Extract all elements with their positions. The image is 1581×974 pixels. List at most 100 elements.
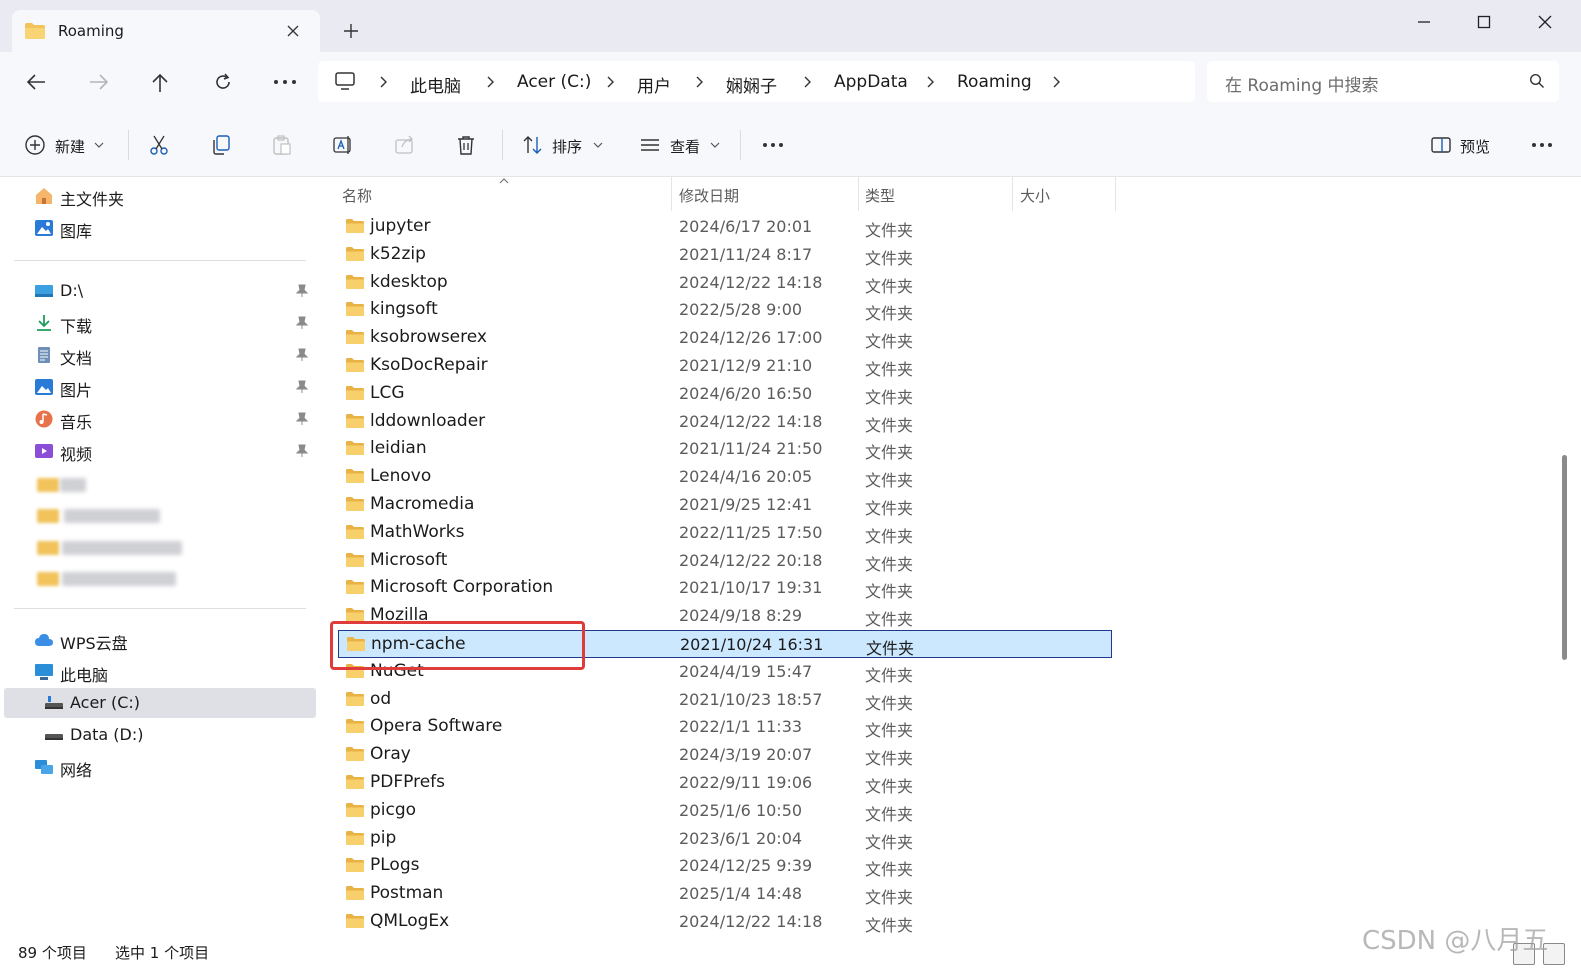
chevron-right-icon[interactable] [925, 76, 935, 88]
column-divider[interactable] [1012, 177, 1013, 211]
sidebar-item-gallery[interactable]: 图库 [4, 213, 316, 243]
table-row[interactable]: jupyter 2024/6/17 20:01 文件夹 [338, 213, 1112, 241]
new-button[interactable]: 新建 [55, 136, 85, 157]
chevron-down-icon[interactable] [710, 141, 720, 149]
more-nav-icon[interactable] [273, 79, 297, 85]
sidebar-item-downloads[interactable]: 下载 [4, 308, 316, 338]
rename-icon[interactable] [332, 134, 354, 156]
sort-button[interactable]: 排序 [552, 136, 582, 157]
table-row[interactable]: leidian 2021/11/24 21:50 文件夹 [338, 435, 1112, 463]
up-arrow-icon[interactable] [150, 72, 170, 94]
pin-icon[interactable] [296, 348, 308, 362]
paste-icon[interactable] [271, 134, 293, 156]
minimize-icon[interactable] [1414, 12, 1434, 32]
pin-icon[interactable] [296, 316, 308, 330]
search-icon[interactable] [1529, 73, 1545, 89]
search-input[interactable]: 在 Roaming 中搜索 [1207, 61, 1559, 102]
table-row[interactable]: PDFPrefs 2022/9/11 19:06 文件夹 [338, 769, 1112, 797]
chevron-right-icon[interactable] [605, 76, 615, 88]
table-row[interactable]: PLogs 2024/12/25 9:39 文件夹 [338, 852, 1112, 880]
table-row[interactable]: MathWorks 2022/11/25 17:50 文件夹 [338, 519, 1112, 547]
address-bar[interactable]: 此电脑 Acer (C:) 用户 娴娴子 AppData Roaming [318, 61, 1195, 102]
breadcrumb-acer-c[interactable]: Acer (C:) [517, 72, 591, 92]
table-row[interactable]: k52zip 2021/11/24 8:17 文件夹 [338, 241, 1112, 269]
sidebar-item-network[interactable]: 网络 [4, 752, 316, 782]
chevron-right-icon[interactable] [1051, 76, 1061, 88]
column-header-type[interactable]: 类型 [865, 185, 895, 206]
column-header-name[interactable]: 名称 [342, 185, 372, 206]
chevron-right-icon[interactable] [694, 76, 704, 88]
pin-icon[interactable] [296, 284, 308, 298]
more-options-icon[interactable] [762, 142, 784, 148]
cut-icon[interactable] [148, 134, 170, 156]
table-row[interactable]: KsoDocRepair 2021/12/9 21:10 文件夹 [338, 352, 1112, 380]
table-row[interactable]: picgo 2025/1/6 10:50 文件夹 [338, 797, 1112, 825]
table-row[interactable]: kdesktop 2024/12/22 14:18 文件夹 [338, 269, 1112, 297]
chevron-right-icon[interactable] [485, 76, 495, 88]
file-date: 2021/10/24 16:31 [680, 635, 824, 654]
breadcrumb-user-folder[interactable]: 娴娴子 [726, 72, 777, 97]
vertical-scrollbar[interactable] [1562, 455, 1567, 660]
back-arrow-icon[interactable] [25, 72, 47, 92]
table-row[interactable]: od 2021/10/23 18:57 文件夹 [338, 686, 1112, 714]
view-icon[interactable] [639, 134, 661, 156]
preview-pane-icon[interactable] [1430, 134, 1452, 156]
table-row[interactable]: LCG 2024/6/20 16:50 文件夹 [338, 380, 1112, 408]
view-button[interactable]: 查看 [670, 136, 700, 157]
breadcrumb-this-pc[interactable]: 此电脑 [410, 72, 461, 97]
sidebar-item-videos[interactable]: 视频 [4, 436, 316, 466]
table-row[interactable]: lddownloader 2024/12/22 14:18 文件夹 [338, 408, 1112, 436]
maximize-icon[interactable] [1474, 12, 1494, 32]
column-header-date[interactable]: 修改日期 [679, 185, 739, 206]
chevron-down-icon[interactable] [94, 141, 104, 149]
sidebar-item-d-drive[interactable]: D:\ [4, 276, 316, 306]
refresh-icon[interactable] [213, 72, 233, 92]
table-row[interactable]: pip 2023/6/1 20:04 文件夹 [338, 825, 1112, 853]
sidebar-item-data-d[interactable]: Data (D:) [4, 720, 316, 750]
sidebar-item-pictures[interactable]: 图片 [4, 372, 316, 402]
sidebar-item-music[interactable]: 音乐 [4, 404, 316, 434]
copy-icon[interactable] [210, 134, 232, 156]
table-row[interactable]: ksobrowserex 2024/12/26 17:00 文件夹 [338, 324, 1112, 352]
column-divider[interactable] [858, 177, 859, 211]
forward-arrow-icon[interactable] [88, 72, 110, 92]
new-plus-icon[interactable] [24, 134, 46, 156]
table-row[interactable]: Microsoft Corporation 2021/10/17 19:31 文件夹 [338, 574, 1112, 602]
table-row[interactable]: Microsoft 2024/12/22 20:18 文件夹 [338, 547, 1112, 575]
sidebar-item-documents[interactable]: 文档 [4, 340, 316, 370]
chevron-down-icon[interactable] [593, 141, 603, 149]
pin-icon[interactable] [296, 444, 308, 458]
preview-button[interactable]: 预览 [1460, 136, 1490, 157]
column-divider[interactable] [671, 177, 672, 211]
table-row[interactable]: Opera Software 2022/1/1 11:33 文件夹 [338, 713, 1112, 741]
share-icon[interactable] [394, 134, 416, 156]
breadcrumb-appdata[interactable]: AppData [834, 72, 908, 92]
chevron-right-icon[interactable] [378, 76, 388, 88]
more-options-icon[interactable] [1531, 142, 1553, 148]
sort-icon[interactable] [522, 134, 544, 156]
sidebar-item-this-pc[interactable]: 此电脑 [4, 657, 316, 687]
close-window-icon[interactable] [1535, 12, 1555, 32]
sidebar-item-wps-cloud[interactable]: WPS云盘 [4, 625, 316, 655]
download-icon [34, 314, 54, 332]
new-tab-icon[interactable] [340, 20, 362, 42]
sidebar-item-acer-c[interactable]: Acer (C:) [4, 688, 316, 718]
pin-icon[interactable] [296, 412, 308, 426]
sidebar-item-label: Acer (C:) [70, 693, 141, 712]
close-tab-icon[interactable] [284, 22, 302, 40]
tab-roaming[interactable]: Roaming [12, 10, 320, 52]
table-row[interactable]: Oray 2024/3/19 20:07 文件夹 [338, 741, 1112, 769]
breadcrumb-users[interactable]: 用户 [637, 72, 671, 97]
column-header-size[interactable]: 大小 [1020, 185, 1050, 206]
delete-icon[interactable] [455, 134, 477, 156]
chevron-right-icon[interactable] [802, 76, 812, 88]
table-row[interactable]: Macromedia 2021/9/25 12:41 文件夹 [338, 491, 1112, 519]
breadcrumb-roaming[interactable]: Roaming [957, 72, 1032, 92]
column-divider[interactable] [1115, 177, 1116, 211]
sidebar-item-home[interactable]: 主文件夹 [4, 181, 316, 211]
table-row[interactable]: Postman 2025/1/4 14:48 文件夹 [338, 880, 1112, 908]
table-row[interactable]: QMLogEx 2024/12/22 14:18 文件夹 [338, 908, 1112, 936]
pin-icon[interactable] [296, 380, 308, 394]
table-row[interactable]: kingsoft 2022/5/28 9:00 文件夹 [338, 296, 1112, 324]
table-row[interactable]: Lenovo 2024/4/16 20:05 文件夹 [338, 463, 1112, 491]
